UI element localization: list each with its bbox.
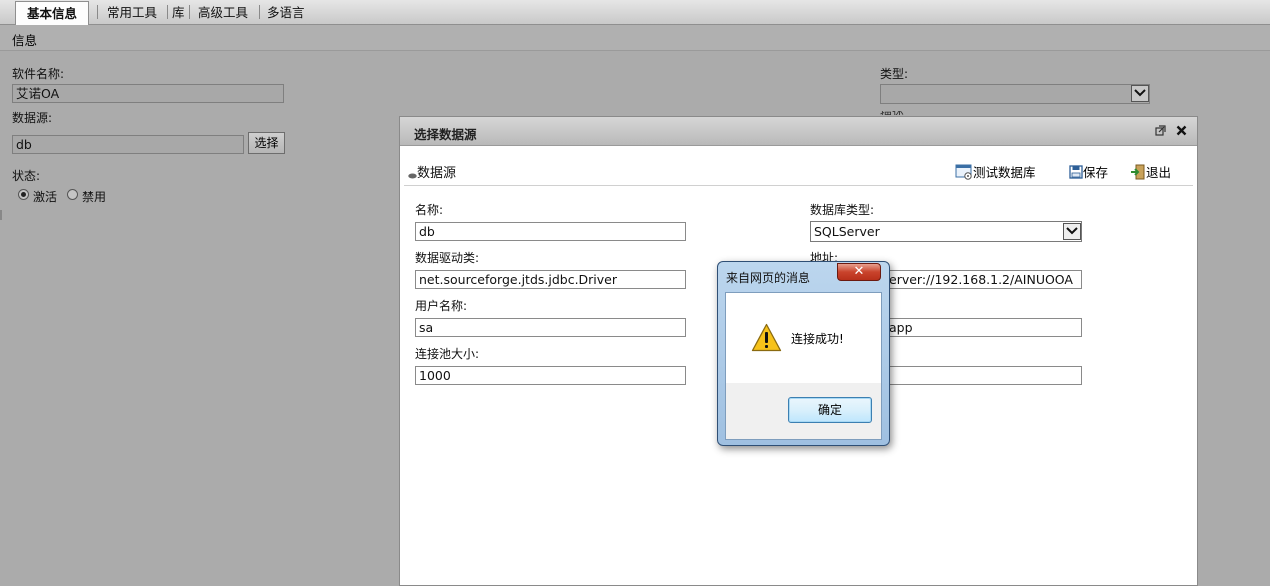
driver-field[interactable]: net.sourceforge.jtds.jdbc.Driver	[415, 270, 686, 289]
warning-icon	[751, 323, 782, 355]
save-button[interactable]: 保存	[1069, 162, 1108, 182]
user-label: 用户名称:	[415, 299, 468, 313]
tab-separator	[259, 5, 260, 19]
status-active-label: 激活	[33, 190, 58, 204]
software-name-label: 软件名称:	[12, 67, 65, 81]
status-disabled-radio[interactable]	[67, 189, 78, 200]
left-edge-marker	[0, 210, 2, 220]
database-test-icon	[955, 164, 973, 183]
tab-languages[interactable]: 多语言	[267, 2, 305, 23]
test-database-label: 测试数据库	[973, 165, 1036, 180]
chevron-down-icon[interactable]	[1063, 223, 1081, 240]
tab-basic-info[interactable]: 基本信息	[15, 1, 90, 25]
type-select[interactable]	[880, 84, 1150, 104]
tab-separator	[189, 5, 190, 19]
tab-separator	[167, 5, 168, 19]
name-field[interactable]: db	[415, 222, 686, 241]
test-database-button[interactable]: 测试数据库	[955, 162, 1036, 183]
db-type-select[interactable]: SQLServer	[810, 221, 1082, 242]
chevron-down-icon[interactable]	[1131, 85, 1149, 102]
floppy-icon	[1069, 165, 1083, 182]
alert-message-box: 来自网页的消息 ✕ 连接成功! 确定	[717, 261, 890, 446]
tab-separator	[97, 5, 98, 19]
datasource-label: 数据源:	[12, 111, 53, 125]
datasource-field[interactable]: db	[12, 135, 244, 154]
restore-icon[interactable]	[1155, 125, 1166, 139]
datasource-section-label: 数据源	[417, 166, 457, 181]
alert-title: 来自网页的消息	[726, 271, 811, 285]
dialog-titlebar: 选择数据源	[400, 117, 1197, 146]
alert-footer: 确定	[726, 383, 881, 439]
db-type-label: 数据库类型:	[810, 203, 875, 217]
section-header: 信息	[0, 25, 1270, 51]
exit-icon	[1130, 164, 1146, 183]
partial-label-behind-dialog: 描述	[880, 111, 910, 115]
ok-button[interactable]: 确定	[788, 397, 872, 423]
exit-label: 退出	[1146, 165, 1172, 180]
toolbar-divider	[404, 185, 1193, 186]
software-name-field[interactable]: 艾诺OA	[12, 84, 284, 103]
db-type-value: SQLServer	[814, 224, 880, 239]
status-label: 状态:	[12, 169, 41, 183]
dialog-title: 选择数据源	[414, 127, 477, 142]
tab-common-tools[interactable]: 常用工具	[107, 2, 157, 23]
select-datasource-button[interactable]: 选择	[248, 132, 285, 154]
close-icon[interactable]: ✕	[837, 263, 881, 281]
close-icon[interactable]	[1176, 125, 1187, 139]
tab-library[interactable]: 库	[172, 2, 185, 23]
driver-label: 数据驱动类:	[415, 251, 480, 265]
type-label: 类型:	[880, 67, 909, 81]
pool-size-field[interactable]: 1000	[415, 366, 686, 385]
tab-advanced-tools[interactable]: 高级工具	[198, 2, 248, 23]
save-label: 保存	[1083, 165, 1109, 180]
user-field[interactable]: sa	[415, 318, 686, 337]
main-tabbar: 基本信息 常用工具 库 高级工具 多语言	[0, 0, 1270, 25]
datasource-section-icon	[408, 168, 417, 182]
exit-button[interactable]: 退出	[1130, 162, 1171, 183]
alert-body: 连接成功! 确定	[725, 292, 882, 440]
status-active-radio[interactable]	[18, 189, 29, 200]
name-label: 名称:	[415, 203, 444, 217]
alert-message: 连接成功!	[791, 332, 844, 346]
pool-size-label: 连接池大小:	[415, 347, 480, 361]
status-disabled-label: 禁用	[82, 190, 107, 204]
section-title: 信息	[12, 33, 38, 48]
